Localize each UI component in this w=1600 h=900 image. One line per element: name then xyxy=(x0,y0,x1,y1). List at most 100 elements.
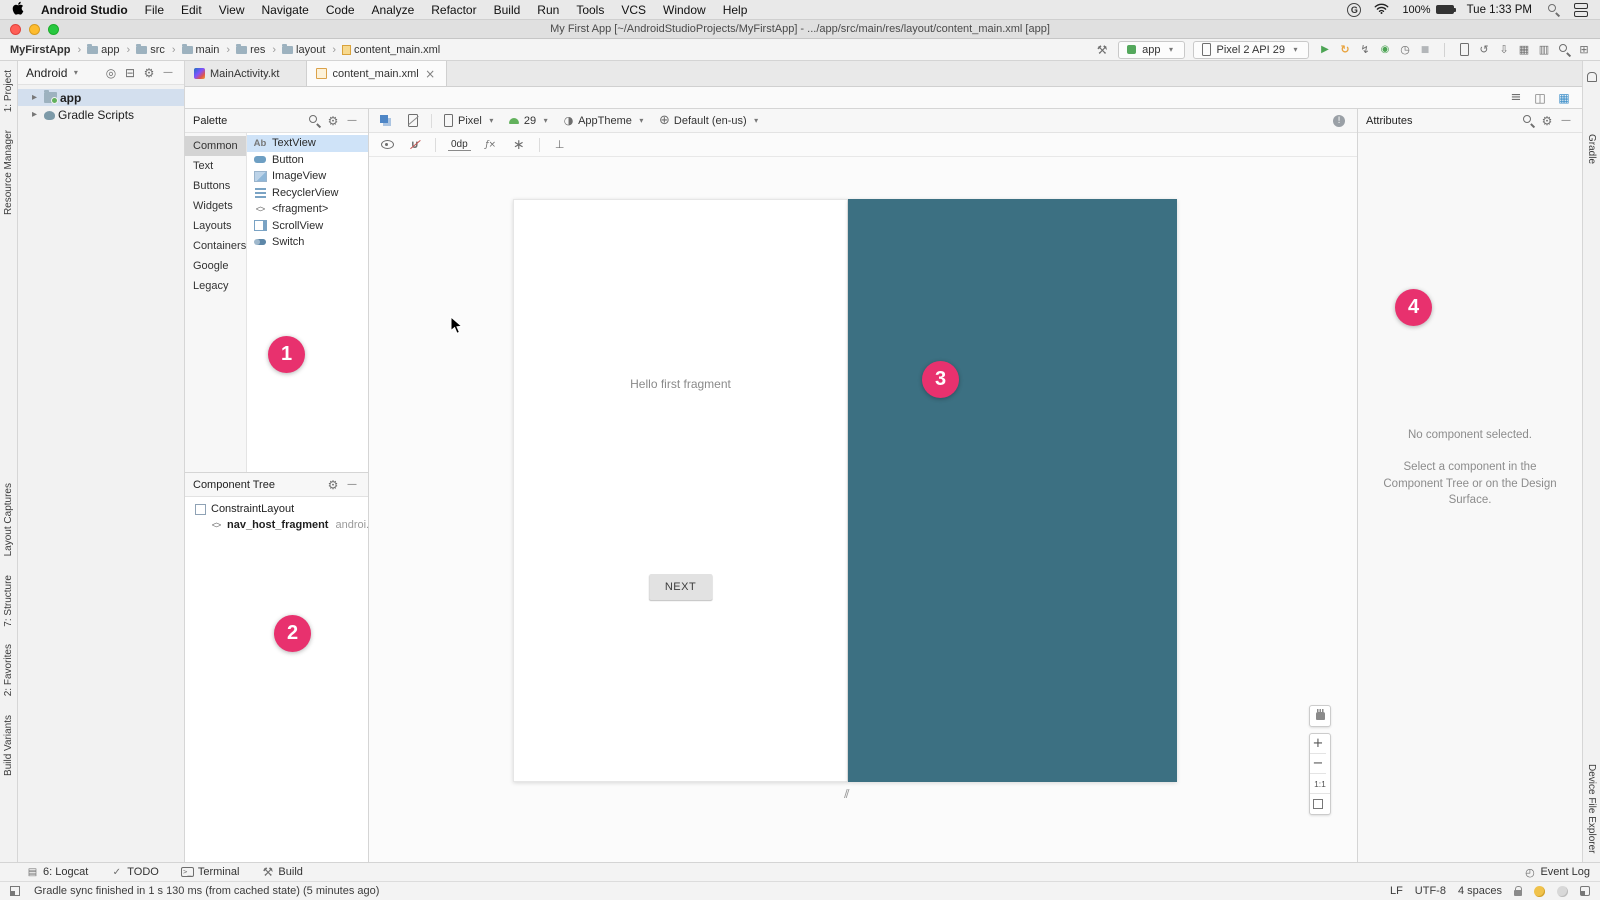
lock-icon[interactable] xyxy=(1514,890,1522,896)
zoom-in-button[interactable] xyxy=(1310,734,1326,754)
crumb-app[interactable]: app xyxy=(85,44,132,56)
device-select[interactable]: Pixel 2 API 29 xyxy=(1193,41,1310,59)
palette-category-legacy[interactable]: Legacy xyxy=(185,276,246,296)
device-manager-icon[interactable] xyxy=(1456,42,1472,58)
menu-window[interactable]: Window xyxy=(663,3,706,17)
locate-file-icon[interactable] xyxy=(103,65,119,81)
palette-category-widgets[interactable]: Widgets xyxy=(185,196,246,216)
design-view-icon[interactable] xyxy=(1556,90,1572,106)
hide-panel-icon[interactable] xyxy=(160,65,176,81)
design-surface[interactable]: Hello first fragment NEXT 1:1 xyxy=(369,157,1357,862)
debug-icon[interactable] xyxy=(1377,42,1393,58)
tree-item-gradle-scripts[interactable]: Gradle Scripts xyxy=(18,106,184,123)
attributes-settings-icon[interactable] xyxy=(1539,113,1555,129)
g-menu-icon[interactable]: G xyxy=(1347,3,1361,17)
close-window-button[interactable] xyxy=(10,24,21,35)
tab-mainactivity-kt[interactable]: MainActivity.kt xyxy=(185,61,307,86)
split-view-icon[interactable] xyxy=(1532,90,1548,106)
menu-navigate[interactable]: Navigate xyxy=(261,3,308,17)
strip-structure[interactable]: 7: Structure xyxy=(3,575,14,627)
menu-file[interactable]: File xyxy=(145,3,164,17)
layout-inspector-icon[interactable] xyxy=(1536,42,1552,58)
menu-run[interactable]: Run xyxy=(537,3,559,17)
menu-tools[interactable]: Tools xyxy=(576,3,604,17)
minimize-window-button[interactable] xyxy=(29,24,40,35)
clear-constraints-icon[interactable] xyxy=(483,137,499,153)
textview-hello-first-fragment[interactable]: Hello first fragment xyxy=(514,377,847,391)
strip-device-file-explorer[interactable]: Device File Explorer xyxy=(1586,764,1597,853)
apply-changes-icon[interactable] xyxy=(1337,42,1353,58)
palette-item-imageview[interactable]: ImageView xyxy=(247,168,368,185)
button-next[interactable]: NEXT xyxy=(649,574,712,600)
encoding-indicator[interactable]: UTF-8 xyxy=(1415,885,1446,897)
attributes-search-icon[interactable] xyxy=(1520,113,1536,129)
menu-app-name[interactable]: Android Studio xyxy=(41,3,128,17)
ct-item-nav-host-fragment[interactable]: nav_host_fragment androi... xyxy=(185,517,368,533)
palette-category-google[interactable]: Google xyxy=(185,256,246,276)
strip-layout-captures[interactable]: Layout Captures xyxy=(3,483,14,556)
view-options-icon[interactable] xyxy=(379,137,395,153)
strip-favorites[interactable]: 2: Favorites xyxy=(3,644,14,696)
control-center-icon[interactable] xyxy=(1574,3,1588,17)
strip-resource-manager[interactable]: Resource Manager xyxy=(3,130,14,215)
toolbtn-terminal[interactable]: Terminal xyxy=(181,866,240,879)
palette-item-fragment[interactable]: <fragment> xyxy=(247,201,368,218)
palette-category-layouts[interactable]: Layouts xyxy=(185,216,246,236)
palette-category-buttons[interactable]: Buttons xyxy=(185,176,246,196)
strip-project[interactable]: 1: Project xyxy=(3,70,14,112)
menu-help[interactable]: Help xyxy=(723,3,748,17)
apply-code-changes-icon[interactable] xyxy=(1357,42,1373,58)
menu-analyze[interactable]: Analyze xyxy=(372,3,415,17)
palette-settings-icon[interactable] xyxy=(325,113,341,129)
toolbtn-todo[interactable]: TODO xyxy=(110,866,159,879)
search-everywhere-icon[interactable] xyxy=(1556,42,1572,58)
zoom-window-button[interactable] xyxy=(48,24,59,35)
infer-constraints-icon[interactable] xyxy=(511,137,527,153)
close-tab-icon[interactable] xyxy=(424,67,437,80)
menu-view[interactable]: View xyxy=(219,3,245,17)
run-config-select[interactable]: app xyxy=(1118,41,1184,59)
event-log-button[interactable]: Event Log xyxy=(1523,866,1590,879)
theme-menu[interactable]: AppTheme xyxy=(562,114,648,127)
build-hammer-icon[interactable] xyxy=(1094,42,1110,58)
ct-item-constraintlayout[interactable]: ConstraintLayout xyxy=(185,501,368,517)
palette-search-icon[interactable] xyxy=(306,113,322,129)
toolbtn-build[interactable]: Build xyxy=(261,866,302,879)
palette-category-text[interactable]: Text xyxy=(185,156,246,176)
run-icon[interactable] xyxy=(1317,42,1333,58)
menu-refactor[interactable]: Refactor xyxy=(431,3,476,17)
palette-item-button[interactable]: Button xyxy=(247,152,368,169)
ide-status-icon[interactable] xyxy=(1534,886,1545,897)
zoom-to-fit-button[interactable] xyxy=(1310,794,1326,814)
menu-vcs[interactable]: VCS xyxy=(621,3,646,17)
default-margin-select[interactable]: 0dp xyxy=(448,139,471,151)
menu-code[interactable]: Code xyxy=(326,3,355,17)
wifi-icon[interactable] xyxy=(1374,3,1389,17)
crumb-src[interactable]: src xyxy=(134,44,177,56)
menu-clock[interactable]: Tue 1:33 PM xyxy=(1467,4,1532,16)
device-menu[interactable]: Pixel xyxy=(442,114,498,127)
issue-indicator-icon[interactable] xyxy=(1331,113,1347,129)
attributes-hide-icon[interactable] xyxy=(1558,113,1574,129)
crumb-myfirstapp[interactable]: MyFirstApp xyxy=(8,44,83,56)
component-tree-hide-icon[interactable] xyxy=(344,477,360,493)
sdk-manager-icon[interactable] xyxy=(1496,42,1512,58)
code-view-icon[interactable] xyxy=(1508,90,1524,106)
crumb-content-main-xml[interactable]: content_main.xml xyxy=(340,44,449,56)
expand-arrow-icon[interactable] xyxy=(28,108,41,121)
blueprint-view-screen[interactable] xyxy=(848,199,1177,782)
line-separator-indicator[interactable]: LF xyxy=(1390,885,1403,897)
apple-menu-icon[interactable] xyxy=(12,1,24,18)
crumb-layout[interactable]: layout xyxy=(280,44,338,56)
resize-handle[interactable] xyxy=(844,787,847,800)
notifications-icon[interactable] xyxy=(1584,69,1600,85)
toolwindow-toggle-icon[interactable] xyxy=(10,886,20,896)
reader-mode-icon[interactable] xyxy=(1580,886,1590,896)
locale-menu[interactable]: Default (en-us) xyxy=(658,114,763,127)
project-settings-icon[interactable] xyxy=(141,65,157,81)
palette-category-common[interactable]: Common xyxy=(185,136,246,156)
autoconnect-icon[interactable] xyxy=(407,137,423,153)
align-icon[interactable] xyxy=(552,137,568,153)
component-tree-settings-icon[interactable] xyxy=(325,477,341,493)
strip-gradle[interactable]: Gradle xyxy=(1586,134,1597,164)
